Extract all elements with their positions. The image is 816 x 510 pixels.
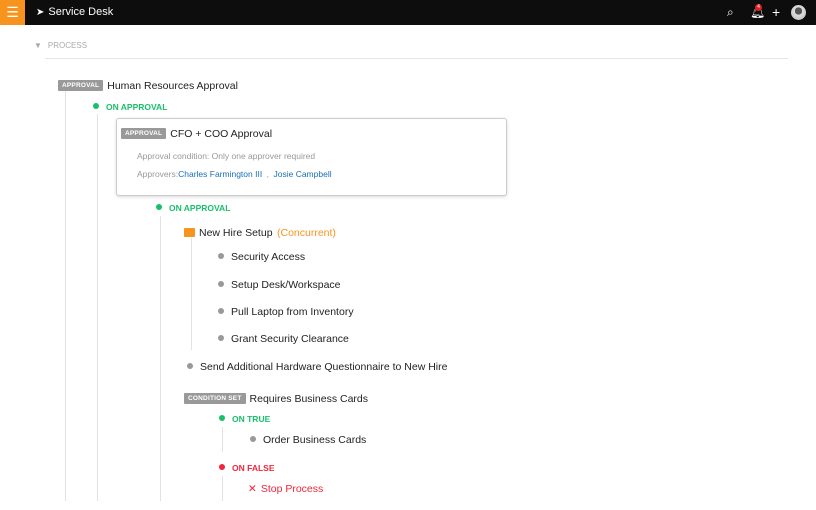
logo-icon: ➤ <box>36 7 44 18</box>
card-title: CFO + COO Approval <box>170 128 272 140</box>
green-dot-icon <box>93 103 99 109</box>
task-label: Grant Security Clearance <box>231 333 349 345</box>
task-item[interactable]: Order Business Cards <box>250 434 366 446</box>
approvers-label: Approvers: <box>137 169 178 179</box>
branch-label: ON APPROVAL <box>106 102 167 112</box>
approval-tag: APPROVAL <box>121 128 166 139</box>
condition-title: Requires Business Cards <box>250 393 368 405</box>
task-item[interactable]: Security Access <box>218 251 305 263</box>
bullet-icon <box>218 335 224 341</box>
app-title-text: Service Desk <box>48 6 113 18</box>
task-label: Order Business Cards <box>263 434 366 446</box>
stop-process[interactable]: ✕ Stop Process <box>248 483 323 495</box>
green-dot-icon <box>156 204 162 210</box>
task-item[interactable]: Grant Security Clearance <box>218 333 349 345</box>
app-title[interactable]: ➤ Service Desk <box>36 0 113 25</box>
root-approval[interactable]: APPROVAL Human Resources Approval <box>58 76 238 94</box>
menu-button[interactable]: ☰ <box>0 0 25 25</box>
condition-tag: CONDITION SET <box>184 393 246 404</box>
search-icon[interactable]: ⌕ <box>727 0 734 25</box>
section-title: PROCESS <box>48 41 87 50</box>
tree-line <box>222 427 223 452</box>
red-dot-icon <box>219 464 225 470</box>
bullet-icon <box>218 281 224 287</box>
task-group[interactable]: New Hire Setup (Concurrent) <box>184 223 336 241</box>
task-label: Send Additional Hardware Questionnaire t… <box>200 361 447 373</box>
bullet-icon <box>187 363 193 369</box>
approval-condition: Approval condition: Only one approver re… <box>137 151 315 161</box>
task-label: Setup Desk/Workspace <box>231 279 341 291</box>
plus-icon[interactable]: + <box>772 0 780 25</box>
approver-link[interactable]: Josie Campbell <box>273 169 331 179</box>
task-item[interactable]: Setup Desk/Workspace <box>218 279 341 291</box>
task-item[interactable]: Pull Laptop from Inventory <box>218 306 354 318</box>
folder-icon <box>184 228 195 237</box>
tree-line <box>222 476 223 501</box>
divider <box>45 58 788 59</box>
group-mode: (Concurrent) <box>277 227 336 239</box>
tree-line <box>97 114 98 501</box>
process-section-toggle[interactable]: ▼ PROCESS <box>34 41 87 50</box>
branch-on-false: ON FALSE <box>219 463 275 473</box>
condition-set[interactable]: CONDITION SET Requires Business Cards <box>184 389 368 407</box>
top-bar: ☰ ➤Service Desk ⌕ 🔔︎ 4 + <box>0 0 816 25</box>
approval-tag: APPROVAL <box>58 80 103 91</box>
tree-line <box>191 238 192 350</box>
branch-on-true: ON TRUE <box>219 414 270 424</box>
branch-label: ON APPROVAL <box>169 203 230 213</box>
approval-card[interactable]: APPROVAL CFO + COO Approval Approval cond… <box>116 118 507 196</box>
task-label: Stop Process <box>261 483 323 495</box>
x-icon: ✕ <box>248 483 257 495</box>
approvers: Approvers:Charles Farmington III , Josie… <box>137 164 332 182</box>
caret-down-icon: ▼ <box>34 41 42 50</box>
notification-badge: 4 <box>755 4 762 11</box>
task-label: Security Access <box>231 251 305 263</box>
green-dot-icon <box>219 415 225 421</box>
branch-label: ON TRUE <box>232 414 270 424</box>
group-title: New Hire Setup <box>199 227 273 239</box>
branch-on-approval: ON APPROVAL <box>93 102 167 112</box>
bullet-icon <box>218 253 224 259</box>
step-title: Human Resources Approval <box>107 80 238 92</box>
branch-label: ON FALSE <box>232 463 275 473</box>
tree-line <box>160 216 161 501</box>
branch-on-approval: ON APPROVAL <box>156 203 230 213</box>
bullet-icon <box>218 308 224 314</box>
tree-line <box>65 91 66 501</box>
separator: , <box>267 169 269 179</box>
task-item[interactable]: Send Additional Hardware Questionnaire t… <box>187 361 447 373</box>
avatar[interactable] <box>791 5 806 20</box>
approver-link[interactable]: Charles Farmington III <box>178 169 262 179</box>
task-label: Pull Laptop from Inventory <box>231 306 354 318</box>
bullet-icon <box>250 436 256 442</box>
